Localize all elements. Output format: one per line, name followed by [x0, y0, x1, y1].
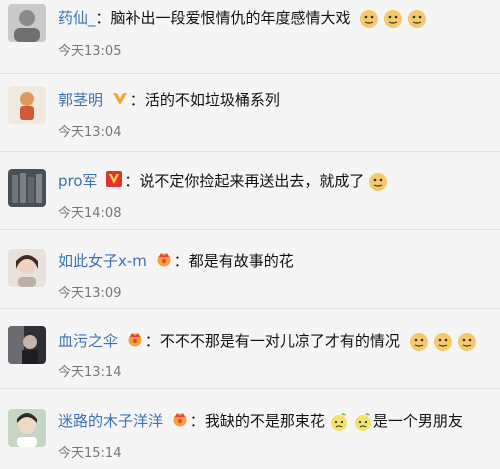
comment-row: 郭茎明 ：活的不如垃圾桶系列 今天13:04: [0, 74, 500, 151]
avatar[interactable]: [8, 4, 46, 42]
red-v-badge: [106, 170, 123, 193]
comment-text: 活的不如垃圾桶系列: [144, 91, 280, 109]
username[interactable]: 血污之伞: [58, 332, 118, 350]
timestamp: 今天13:09: [58, 286, 122, 301]
timestamp: 今天15:14: [58, 446, 122, 461]
comment-text: 不不不那是有一对儿凉了才有的情况: [159, 332, 400, 350]
timestamp: 今天13:04: [58, 125, 122, 140]
avatar[interactable]: [8, 326, 46, 364]
username[interactable]: pro军: [58, 172, 98, 190]
crown-badge: [156, 251, 172, 273]
comment-row: 如此女子x-m ：都是有故事的花 今天13:09: [0, 230, 500, 308]
comment-row: 血污之伞 ：不不不那是有一对儿凉了才有的情况 今天13:14: [0, 309, 500, 388]
timestamp: 今天13:05: [58, 44, 122, 59]
comment-text: 都是有故事的花: [188, 252, 294, 270]
doge-icon: [457, 332, 477, 352]
lemon-face-icon: [353, 412, 373, 432]
username[interactable]: 药仙_: [58, 9, 96, 27]
comment-list: 药仙_：脑补出一段爱恨情仇的年度感情大戏 今天13:05 郭茎明 ：活的不如垃圾…: [0, 0, 500, 469]
comment-row: 迷路的木子洋洋 ：我缺的不是那束花 是一个男朋友 今天15:14: [0, 389, 500, 469]
doge-icon: [383, 9, 403, 29]
avatar[interactable]: [8, 409, 46, 447]
comment-text: 说不定你捡起来再送出去，就成了: [139, 172, 365, 190]
username[interactable]: 郭茎明: [58, 91, 103, 109]
timestamp: 今天14:08: [58, 206, 122, 221]
comment-text: 我缺的不是那束花: [204, 412, 325, 430]
crown-badge: [127, 331, 143, 353]
avatar[interactable]: [8, 86, 46, 124]
username[interactable]: 迷路的木子洋洋: [58, 412, 163, 430]
crown-badge: [172, 411, 188, 433]
comment-text: 脑补出一段爱恨情仇的年度感情大戏: [110, 9, 351, 27]
username[interactable]: 如此女子x-m: [58, 252, 147, 270]
avatar[interactable]: [8, 249, 46, 287]
lemon-face-icon: [329, 412, 349, 432]
timestamp: 今天13:14: [58, 365, 122, 380]
doge-icon: [433, 332, 453, 352]
doge-icon: [407, 9, 427, 29]
doge-icon: [359, 9, 379, 29]
avatar[interactable]: [8, 169, 46, 207]
comment-text-continued: 是一个男朋友: [372, 412, 463, 430]
doge-icon: [368, 172, 388, 192]
comment-row: 药仙_：脑补出一段爱恨情仇的年度感情大戏 今天13:05: [0, 0, 500, 73]
comment-row: pro军 ：说不定你捡起来再送出去，就成了 今天14:08: [0, 152, 500, 229]
doge-icon: [409, 332, 429, 352]
yellow-v-badge: [112, 90, 128, 112]
